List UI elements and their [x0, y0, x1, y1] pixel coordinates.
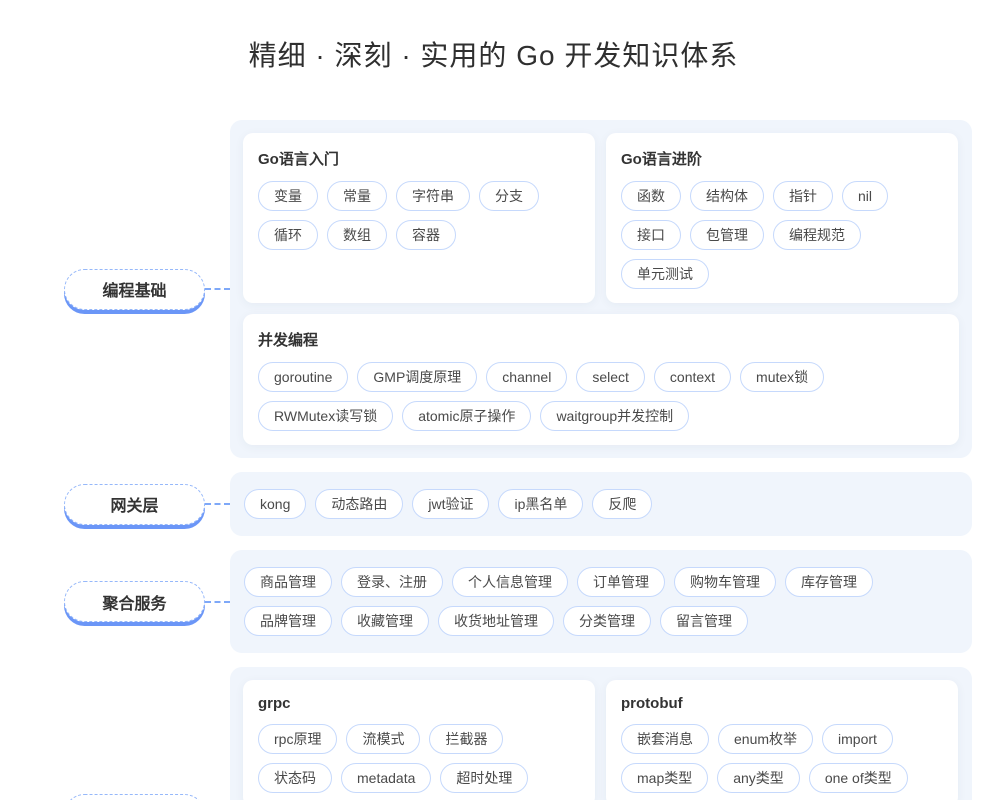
tag-pill[interactable]: 流模式 [346, 724, 420, 754]
tag-pill[interactable]: metadata [341, 763, 431, 793]
group-label-column: 编程基础 [0, 269, 230, 310]
tag-pill[interactable]: 状态码 [258, 763, 332, 793]
page-title: 精细 · 深刻 · 实用的 Go 开发知识体系 [0, 0, 987, 74]
knowledge-group-row: 通信服务 grpc rpc原理 流模式 拦截器 状态码 metadata 超时处… [0, 667, 987, 800]
tag-pill[interactable]: 品牌管理 [244, 606, 332, 636]
tag-pill[interactable]: 嵌套消息 [621, 724, 709, 754]
dashed-connector-line [205, 601, 230, 603]
tag-pill[interactable]: map类型 [621, 763, 708, 793]
tag-pill[interactable]: mutex锁 [740, 362, 824, 392]
tag-pill[interactable]: 购物车管理 [674, 567, 776, 597]
tag-pill[interactable]: channel [486, 362, 567, 392]
topic-card-title: protobuf [621, 695, 943, 712]
group-label-node-aggregation-services[interactable]: 聚合服务 [64, 581, 205, 622]
tag-pill[interactable]: 动态路由 [315, 489, 403, 519]
tag-pill[interactable]: 循环 [258, 220, 318, 250]
dashed-connector-line [205, 288, 230, 290]
dashed-connector-line [205, 503, 230, 505]
tag-pill[interactable]: select [576, 362, 645, 392]
tag-pill[interactable]: 结构体 [690, 181, 764, 211]
group-panel-programming-basics: Go语言入门 变量 常量 字符串 分支 循环 数组 容器 Go语言进阶 函数 结… [230, 120, 972, 458]
tag-pill[interactable]: 分类管理 [563, 606, 651, 636]
group-label-text: 聚合服务 [102, 590, 166, 614]
tag-pill[interactable]: nil [842, 181, 888, 211]
topic-card: Go语言进阶 函数 结构体 指针 nil 接口 包管理 编程规范 单元测试 [606, 133, 958, 303]
topic-card: grpc rpc原理 流模式 拦截器 状态码 metadata 超时处理 [243, 680, 595, 800]
topic-tag-list: goroutine GMP调度原理 channel select context… [258, 362, 944, 431]
tag-pill[interactable]: GMP调度原理 [357, 362, 477, 392]
tag-pill[interactable]: 反爬 [592, 489, 652, 519]
tag-pill[interactable]: 商品管理 [244, 567, 332, 597]
topic-card: 并发编程 goroutine GMP调度原理 channel select co… [243, 314, 959, 445]
group-panel-gateway-layer: kong 动态路由 jwt验证 ip黑名单 反爬 [230, 472, 972, 536]
tag-pill[interactable]: rpc原理 [258, 724, 337, 754]
tag-pill[interactable]: 单元测试 [621, 259, 709, 289]
tag-pill[interactable]: import [822, 724, 893, 754]
tag-pill[interactable]: any类型 [717, 763, 800, 793]
tag-pill[interactable]: 库存管理 [785, 567, 873, 597]
topic-tag-list: rpc原理 流模式 拦截器 状态码 metadata 超时处理 [258, 724, 580, 793]
knowledge-group-row: 编程基础 Go语言入门 变量 常量 字符串 分支 循环 数组 容器 Go语言进阶… [0, 120, 987, 458]
topic-card-title: grpc [258, 695, 580, 712]
tag-pill[interactable]: one of类型 [809, 763, 908, 793]
tag-pill[interactable]: RWMutex读写锁 [258, 401, 393, 431]
group-panel-communication-services: grpc rpc原理 流模式 拦截器 状态码 metadata 超时处理 pro… [230, 667, 972, 800]
tag-pill[interactable]: 接口 [621, 220, 681, 250]
topic-card-title: 并发编程 [258, 329, 944, 350]
tag-pill[interactable]: jwt验证 [412, 489, 489, 519]
tag-pill[interactable]: enum枚举 [718, 724, 813, 754]
tag-pill[interactable]: kong [244, 489, 306, 519]
tag-pill[interactable]: 分支 [479, 181, 539, 211]
knowledge-group-row: 网关层 kong 动态路由 jwt验证 ip黑名单 反爬 [0, 472, 987, 536]
group-panel-aggregation-services: 商品管理 登录、注册 个人信息管理 订单管理 购物车管理 库存管理 品牌管理 收… [230, 550, 972, 653]
topic-tag-list: 嵌套消息 enum枚举 import map类型 any类型 one of类型 [621, 724, 943, 793]
group-label-text: 网关层 [110, 492, 158, 516]
tag-pill[interactable]: 字符串 [396, 181, 470, 211]
tag-pill[interactable]: 登录、注册 [341, 567, 443, 597]
tag-pill[interactable]: 超时处理 [440, 763, 528, 793]
topic-card: Go语言入门 变量 常量 字符串 分支 循环 数组 容器 [243, 133, 595, 303]
topic-tag-list: 变量 常量 字符串 分支 循环 数组 容器 [258, 181, 580, 250]
group-label-column: 通信服务 [0, 794, 230, 800]
topic-card: protobuf 嵌套消息 enum枚举 import map类型 any类型 … [606, 680, 958, 800]
tag-pill[interactable]: 订单管理 [577, 567, 665, 597]
group-label-column: 网关层 [0, 484, 230, 525]
tag-pill[interactable]: goroutine [258, 362, 348, 392]
knowledge-map-page: 精细 · 深刻 · 实用的 Go 开发知识体系 编程基础 Go语言入门 变量 常… [0, 0, 987, 800]
tag-pill[interactable]: ip黑名单 [498, 489, 583, 519]
tag-pill[interactable]: 指针 [773, 181, 833, 211]
topic-card-title: Go语言进阶 [621, 148, 943, 169]
tag-pill[interactable]: 收藏管理 [341, 606, 429, 636]
tag-pill[interactable]: 函数 [621, 181, 681, 211]
topic-card-title: Go语言入门 [258, 148, 580, 169]
tag-pill[interactable]: 收货地址管理 [438, 606, 554, 636]
tag-pill[interactable]: 包管理 [690, 220, 764, 250]
tag-pill[interactable]: 数组 [327, 220, 387, 250]
group-label-node-communication-services[interactable]: 通信服务 [64, 794, 205, 800]
tag-pill[interactable]: context [654, 362, 731, 392]
group-label-text: 编程基础 [102, 277, 166, 301]
tag-pill[interactable]: 编程规范 [773, 220, 861, 250]
tag-pill[interactable]: waitgroup并发控制 [540, 401, 689, 431]
knowledge-map: 编程基础 Go语言入门 变量 常量 字符串 分支 循环 数组 容器 Go语言进阶… [0, 120, 987, 800]
tag-pill[interactable]: atomic原子操作 [402, 401, 531, 431]
topic-tag-list: 函数 结构体 指针 nil 接口 包管理 编程规范 单元测试 [621, 181, 943, 289]
group-label-node-gateway-layer[interactable]: 网关层 [64, 484, 205, 525]
tag-pill[interactable]: 留言管理 [660, 606, 748, 636]
tag-pill[interactable]: 变量 [258, 181, 318, 211]
tag-pill[interactable]: 个人信息管理 [452, 567, 568, 597]
knowledge-group-row: 聚合服务 商品管理 登录、注册 个人信息管理 订单管理 购物车管理 库存管理 品… [0, 550, 987, 653]
tag-pill[interactable]: 容器 [396, 220, 456, 250]
tag-pill[interactable]: 常量 [327, 181, 387, 211]
tag-pill[interactable]: 拦截器 [429, 724, 503, 754]
group-label-node-programming-basics[interactable]: 编程基础 [64, 269, 205, 310]
group-label-column: 聚合服务 [0, 581, 230, 622]
